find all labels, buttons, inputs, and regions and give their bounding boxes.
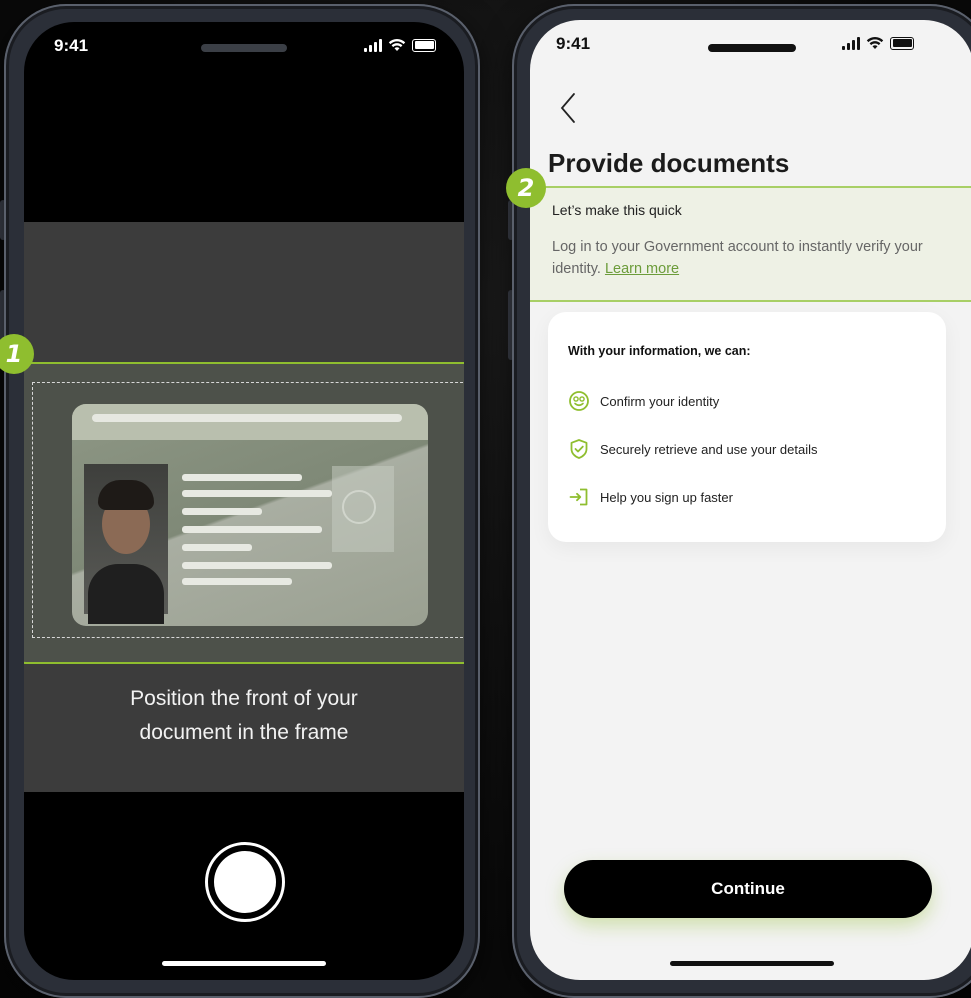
learn-more-link[interactable]: Learn more <box>605 261 679 277</box>
status-icons <box>842 36 914 50</box>
home-indicator <box>670 961 834 966</box>
document-frame <box>24 362 464 664</box>
battery-icon <box>890 36 914 50</box>
benefit-label: Confirm your identity <box>600 393 720 409</box>
instruction-text: Position the front of your document in t… <box>24 682 464 750</box>
quick-description: Log in to your Government account to ins… <box>552 236 962 280</box>
shutter-button[interactable] <box>205 842 285 922</box>
home-indicator <box>162 961 326 966</box>
signal-icon <box>364 38 382 52</box>
status-icons <box>364 38 436 52</box>
wifi-icon <box>866 36 884 49</box>
benefits-card: With your information, we can: Confirm y… <box>548 312 946 542</box>
speaker-notch <box>201 44 287 52</box>
id-card-image <box>72 404 428 626</box>
benefit-label: Help you sign up faster <box>600 489 733 505</box>
status-time: 9:41 <box>54 36 89 55</box>
id-photo <box>84 464 168 624</box>
camera-screen: 9:41 Position the front of your document… <box>24 22 464 980</box>
quick-login-section: Let’s make this quick Log in to your Gov… <box>530 186 971 302</box>
benefit-item: Help you sign up faster <box>568 486 733 508</box>
card-title: With your information, we can: <box>568 344 751 358</box>
shield-check-icon <box>570 439 588 459</box>
quick-title: Let’s make this quick <box>552 202 682 218</box>
page-title: Provide documents <box>548 148 790 178</box>
battery-icon <box>412 38 436 52</box>
sign-in-icon <box>569 488 588 506</box>
instruction-line: Position the front of your <box>130 687 358 710</box>
step-badge-2: 2 <box>506 168 546 208</box>
camera-viewfinder: Position the front of your document in t… <box>24 222 464 792</box>
speaker-notch <box>708 44 796 52</box>
benefit-item: Confirm your identity <box>568 390 719 412</box>
phone-documents-screen: 9:41 Provide documents Let’s make this q… <box>512 4 971 998</box>
face-smile-icon <box>569 391 589 411</box>
continue-button[interactable]: Continue <box>564 860 932 918</box>
status-time: 9:41 <box>556 34 591 53</box>
signal-icon <box>842 36 860 50</box>
benefit-label: Securely retrieve and use your details <box>600 441 818 457</box>
wifi-icon <box>388 38 406 51</box>
instruction-line: document in the frame <box>139 721 349 744</box>
back-chevron-icon[interactable] <box>554 88 584 128</box>
phone-camera-screen: 9:41 Position the front of your document… <box>4 4 480 998</box>
benefit-item: Securely retrieve and use your details <box>568 438 818 460</box>
documents-screen: 9:41 Provide documents Let’s make this q… <box>530 20 971 980</box>
